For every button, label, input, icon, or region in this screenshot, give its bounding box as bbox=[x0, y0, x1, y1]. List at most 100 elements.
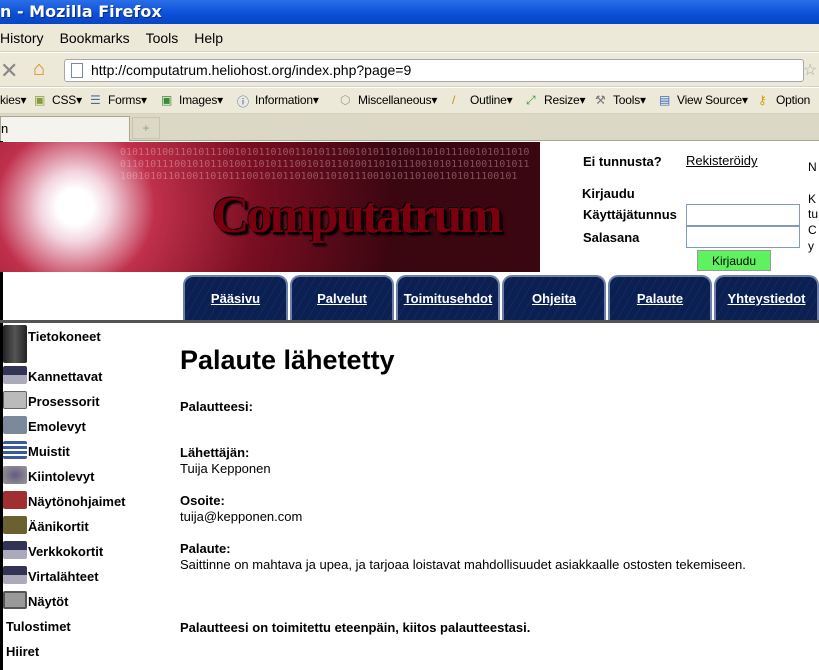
sidebar-item-kannettavat[interactable]: Kannettavat bbox=[3, 366, 102, 384]
bookmark-star-icon[interactable]: ☆ bbox=[803, 60, 817, 80]
feedback-label: Palaute: bbox=[180, 541, 231, 556]
window-title-bar: n - Mozilla Firefox bbox=[0, 0, 819, 24]
clipped-text: N bbox=[808, 160, 817, 174]
wrench-icon: ⚒ bbox=[595, 93, 606, 107]
sidebar-item-naytonohjaimet[interactable]: Näytönohjaimet bbox=[3, 491, 126, 509]
username-label: Käyttäjätunnus bbox=[583, 207, 677, 222]
dev-outline-label: Outline▾ bbox=[470, 93, 513, 107]
sidebar-item-tietokoneet[interactable]: Tietokoneet bbox=[3, 325, 101, 363]
nav-ohjeita[interactable]: Ohjeita bbox=[502, 275, 606, 321]
login-button[interactable]: Kirjaudu bbox=[697, 250, 771, 271]
dev-view-source-label: View Source▾ bbox=[677, 93, 748, 107]
nav-toimitusehdot[interactable]: Toimitusehdot bbox=[396, 275, 500, 321]
sidebar-item-kiintolevyt[interactable]: Kiintolevyt bbox=[3, 466, 94, 484]
sender-value: Tuija Kepponen bbox=[180, 461, 271, 476]
menu-help[interactable]: Help bbox=[194, 30, 223, 46]
dev-forms-label: Forms▾ bbox=[108, 93, 147, 107]
resize-icon: ⤢ bbox=[526, 93, 536, 107]
clipped-text: C bbox=[808, 223, 817, 237]
confirmation-message: Palautteesi on toimitettu eteenpäin, kii… bbox=[180, 620, 531, 635]
feedback-value: Saittinne on mahtava ja upea, ja tarjoaa… bbox=[180, 557, 746, 572]
clipped-text: K bbox=[808, 192, 817, 206]
dev-forms[interactable]: ☰ Forms▾ bbox=[90, 93, 147, 107]
address-value: tuija@kepponen.com bbox=[180, 509, 303, 524]
graphics-card-icon bbox=[3, 491, 27, 509]
sidebar-item-aanikortit[interactable]: Äänikortit bbox=[3, 516, 89, 534]
dev-view-source[interactable]: ▤ View Source▾ bbox=[659, 93, 748, 107]
nav-yhteystiedot[interactable]: Yhteystiedot bbox=[714, 275, 819, 321]
dev-resize[interactable]: ⤢ Resize▾ bbox=[526, 93, 586, 107]
hard-drive-icon bbox=[3, 466, 27, 484]
menu-history[interactable]: History bbox=[0, 30, 44, 46]
dev-cookies-label: kies▾ bbox=[0, 93, 27, 107]
address-label: Osoite: bbox=[180, 493, 225, 508]
dev-information[interactable]: ⓘ Information▾ bbox=[237, 93, 319, 109]
misc-icon: ⬡ bbox=[340, 93, 351, 107]
monitor-icon bbox=[3, 591, 27, 609]
page-title: Palaute lähetetty bbox=[180, 345, 395, 375]
key-icon: ⚷ bbox=[758, 93, 767, 107]
source-icon: ▤ bbox=[659, 93, 671, 107]
dev-tools-label: Tools▾ bbox=[613, 93, 646, 107]
images-icon: ▣ bbox=[161, 93, 173, 107]
register-link[interactable]: Rekisteröidy bbox=[686, 153, 758, 168]
password-input[interactable] bbox=[686, 226, 800, 248]
nav-palaute[interactable]: Palaute bbox=[608, 275, 712, 321]
sidebar-item-naytot[interactable]: Näytöt bbox=[3, 591, 68, 609]
nav-palvelut[interactable]: Palvelut bbox=[290, 275, 394, 321]
dev-information-label: Information▾ bbox=[255, 93, 319, 107]
memory-icon bbox=[3, 441, 27, 459]
dev-miscellaneous[interactable]: ⬡ Miscellaneous▾ bbox=[340, 93, 438, 107]
dev-options-label: Option bbox=[776, 93, 811, 107]
sidebar-item-tulostimet[interactable]: Tulostimet bbox=[6, 619, 71, 634]
clipped-text: tu bbox=[808, 207, 819, 221]
css-icon: ▣ bbox=[34, 93, 46, 107]
sidebar-item-verkkokortit[interactable]: Verkkokortit bbox=[3, 541, 103, 559]
dev-options[interactable]: ⚷ Option bbox=[758, 93, 811, 107]
dev-resize-label: Resize▾ bbox=[544, 93, 586, 107]
stop-icon[interactable]: ✕ bbox=[0, 58, 18, 84]
brush-icon: / bbox=[452, 93, 456, 107]
sound-card-icon bbox=[3, 516, 27, 534]
clipped-text: y bbox=[808, 239, 814, 253]
site-logo: Computatrum bbox=[212, 187, 503, 244]
dev-css-label: CSS▾ bbox=[52, 93, 82, 107]
username-input[interactable] bbox=[686, 204, 800, 226]
info-icon: ⓘ bbox=[237, 95, 249, 109]
window-title: n - Mozilla Firefox bbox=[0, 2, 162, 21]
sidebar-item-virtalahteet[interactable]: Virtalähteet bbox=[3, 566, 99, 584]
sidebar-item-hiiret[interactable]: Hiiret bbox=[6, 644, 39, 659]
no-account-label: Ei tunnusta? bbox=[583, 154, 662, 169]
url-text: http://computatrum.heliohost.org/index.p… bbox=[91, 62, 412, 78]
dev-css[interactable]: ▣ CSS▾ bbox=[34, 93, 82, 107]
motherboard-icon bbox=[3, 416, 27, 434]
sidebar-item-emolevyt[interactable]: Emolevyt bbox=[3, 416, 86, 434]
network-card-icon bbox=[3, 541, 27, 559]
web-developer-toolbar: kies▾ ▣ CSS▾ ☰ Forms▾ ▣ Images▾ ⓘ Informatio… bbox=[0, 88, 819, 114]
login-heading: Kirjaudu bbox=[582, 186, 635, 201]
forms-icon: ☰ bbox=[90, 93, 101, 107]
sender-label: Lähettäjän: bbox=[180, 445, 250, 460]
browser-tab[interactable]: n bbox=[0, 116, 130, 141]
menu-bookmarks[interactable]: Bookmarks bbox=[60, 30, 130, 46]
sidebar-item-prosessorit[interactable]: Prosessorit bbox=[3, 391, 100, 409]
nav-paasivu[interactable]: Pääsivu bbox=[183, 275, 288, 321]
dev-images[interactable]: ▣ Images▾ bbox=[161, 93, 223, 107]
power-supply-icon bbox=[3, 566, 27, 584]
menu-bar: History Bookmarks Tools Help bbox=[0, 24, 819, 52]
page-icon bbox=[71, 63, 83, 78]
processor-icon bbox=[3, 391, 27, 409]
dev-tools[interactable]: ⚒ Tools▾ bbox=[595, 93, 646, 107]
dev-miscellaneous-label: Miscellaneous▾ bbox=[358, 93, 438, 107]
dev-cookies[interactable]: kies▾ bbox=[0, 93, 27, 107]
new-tab-button[interactable]: + bbox=[132, 117, 160, 139]
dev-outline[interactable]: / Outline▾ bbox=[452, 93, 513, 107]
password-label: Salasana bbox=[583, 230, 640, 245]
your-feedback-label: Palautteesi: bbox=[180, 399, 253, 414]
menu-tools[interactable]: Tools bbox=[146, 30, 179, 46]
home-icon[interactable]: ⌂ bbox=[33, 58, 45, 81]
sidebar-item-muistit[interactable]: Muistit bbox=[3, 441, 70, 459]
address-bar[interactable]: http://computatrum.heliohost.org/index.p… bbox=[64, 59, 804, 82]
header-divider bbox=[0, 320, 819, 323]
tab-label: n bbox=[1, 121, 9, 136]
